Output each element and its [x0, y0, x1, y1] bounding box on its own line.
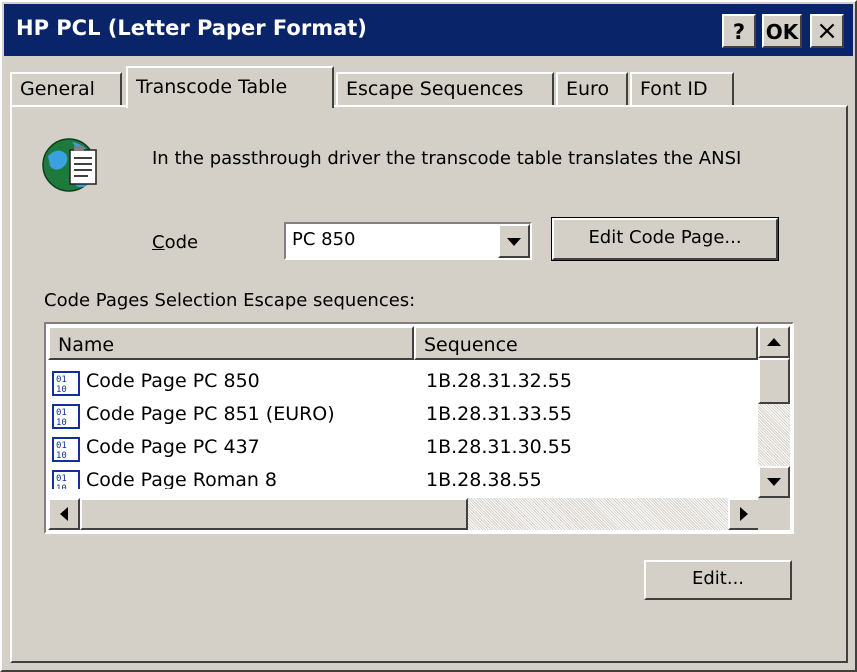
row-sequence: 1B.28.38.55 [426, 469, 542, 489]
arrow-up-icon [767, 338, 781, 346]
list-caption: Code Pages Selection Escape sequences: [44, 290, 416, 311]
horizontal-scroll-thumb[interactable] [80, 498, 468, 530]
code-combobox[interactable]: PC 850 [284, 222, 532, 260]
row-sequence: 1B.28.31.33.55 [426, 403, 572, 425]
description-text: In the passthrough driver the transcode … [152, 148, 742, 169]
row-name: Code Page PC 850 [86, 370, 260, 392]
code-page-icon: 0110 [52, 404, 80, 429]
tab-transcode-table[interactable]: Transcode Table [126, 66, 334, 108]
svg-text:01: 01 [56, 474, 67, 484]
dropdown-button[interactable] [498, 224, 530, 258]
row-name: Code Page Roman 8 [86, 469, 278, 489]
code-value: PC 850 [292, 229, 356, 250]
tab-label: Font ID [640, 78, 708, 100]
tab-label: General [20, 78, 95, 100]
scrollbar-corner [758, 498, 790, 530]
arrow-right-icon [740, 507, 748, 521]
list-item[interactable]: 01 10 Code Page PC 437 1B.28.31.30.55 [48, 434, 758, 464]
scroll-right-button[interactable] [728, 498, 760, 530]
globe-document-icon [42, 138, 97, 192]
vertical-scrollbar[interactable] [758, 326, 790, 498]
window-title: HP PCL (Letter Paper Format) [16, 16, 367, 40]
vertical-scroll-thumb[interactable] [758, 358, 790, 404]
edit-button[interactable]: Edit... [644, 560, 792, 600]
arrow-down-icon [767, 478, 781, 486]
ok-button[interactable]: OK [762, 14, 802, 48]
svg-text:10: 10 [56, 451, 67, 461]
column-header-sequence[interactable]: Sequence [414, 326, 758, 360]
escape-sequence-list[interactable]: Name Sequence 01 10 Code Page PC 850 1B.2… [44, 322, 794, 534]
row-sequence: 1B.28.31.32.55 [426, 370, 572, 392]
list-item[interactable]: 01 10 Code Page PC 850 1B.28.31.32.55 [48, 368, 758, 398]
svg-text:01: 01 [56, 441, 67, 451]
svg-text:10: 10 [56, 385, 67, 395]
row-name: Code Page PC 437 [86, 436, 260, 458]
scroll-left-button[interactable] [48, 498, 80, 530]
code-label: Code [152, 232, 199, 253]
tab-strip: General Transcode Table Escape Sequences… [10, 66, 848, 108]
help-button[interactable]: ? [722, 14, 756, 48]
tab-label: Transcode Table [136, 76, 288, 98]
code-page-icon: 0110 [52, 371, 80, 396]
scroll-up-button[interactable] [758, 326, 790, 358]
svg-text:01: 01 [56, 375, 67, 385]
dialog-window: HP PCL (Letter Paper Format) ? OK × Gene… [0, 0, 857, 672]
column-header-name[interactable]: Name [48, 326, 414, 360]
svg-text:01: 01 [56, 408, 67, 418]
row-name: Code Page PC 851 (EURO) [86, 403, 335, 425]
tab-font-id[interactable]: Font ID [630, 72, 734, 106]
tab-label: Euro [566, 78, 610, 100]
tab-label: Escape Sequences [346, 78, 524, 100]
svg-text:10: 10 [56, 484, 67, 489]
arrow-left-icon [60, 507, 68, 521]
chevron-down-icon [507, 238, 521, 246]
edit-code-page-button[interactable]: Edit Code Page... [551, 217, 779, 261]
list-item[interactable]: 01 10 Code Page PC 851 (EURO) 1B.28.31.33… [48, 401, 758, 431]
list-item[interactable]: 01 10 Code Page Roman 8 1B.28.38.55 [48, 467, 758, 489]
row-sequence: 1B.28.31.30.55 [426, 436, 572, 458]
tab-general[interactable]: General [10, 72, 122, 106]
title-bar[interactable]: HP PCL (Letter Paper Format) ? OK × [4, 4, 853, 56]
horizontal-scrollbar[interactable] [48, 498, 760, 530]
code-page-icon: 0110 [52, 470, 80, 489]
svg-text:10: 10 [56, 418, 67, 428]
scroll-down-button[interactable] [758, 466, 790, 498]
code-page-icon: 0110 [52, 437, 80, 462]
close-button[interactable]: × [810, 14, 844, 48]
tab-euro[interactable]: Euro [556, 72, 628, 106]
tab-escape-sequences[interactable]: Escape Sequences [336, 72, 554, 106]
